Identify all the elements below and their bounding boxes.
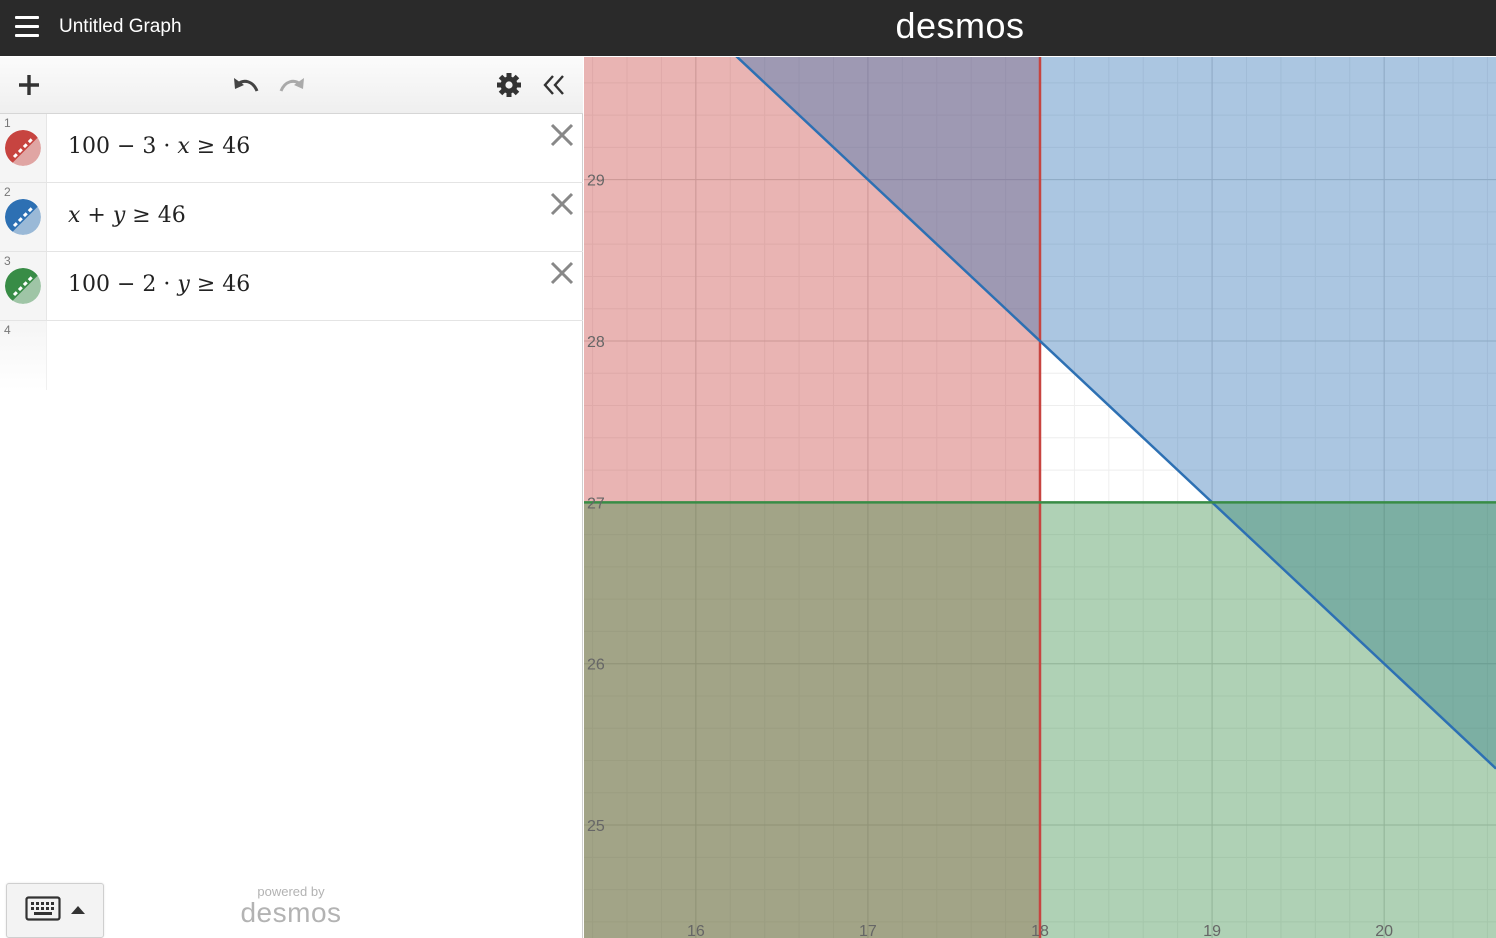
expression-color-icon[interactable] [5, 130, 41, 166]
double-chevron-left-icon[interactable] [537, 69, 571, 101]
top-bar: Untitled Graph desmos [0, 0, 1496, 56]
powered-by-desmos: powered by desmos [240, 884, 342, 928]
expression-number: 1 [4, 116, 11, 130]
gear-icon[interactable] [492, 69, 526, 101]
delete-expression-icon[interactable] [549, 122, 575, 148]
expression-token: 100 − 3 · [68, 134, 178, 159]
graph-title[interactable]: Untitled Graph [59, 16, 182, 38]
expression-row[interactable]: 3 100 − 2 · y ≥ 46 [0, 252, 583, 321]
y-tick-label: 25 [587, 818, 605, 835]
keyboard-toggle-button[interactable] [6, 883, 104, 938]
undo-icon[interactable] [229, 69, 263, 101]
expression-token: x [68, 203, 81, 228]
delete-expression-icon[interactable] [549, 260, 575, 286]
expression-token: y [177, 272, 190, 297]
delete-expression-icon[interactable] [549, 191, 575, 217]
expression-token: y [112, 203, 126, 228]
x-tick-label: 16 [687, 923, 705, 938]
expression-input[interactable]: x + y ≥ 46 [68, 201, 186, 231]
caret-up-icon [71, 906, 85, 914]
hamburger-icon[interactable] [15, 16, 39, 38]
expression-token: x [177, 134, 190, 159]
expression-row[interactable]: 4 [0, 321, 583, 390]
desmos-logo: desmos [895, 5, 1025, 46]
x-tick-label: 19 [1203, 923, 1221, 938]
expression-number: 3 [4, 254, 11, 268]
expression-token: + [80, 203, 113, 228]
expression-token: ≥ 46 [189, 272, 251, 297]
expression-list: 1 100 − 3 · x ≥ 46 2 x + y ≥ 46 3 100 − 2 · y… [0, 114, 583, 390]
expression-token: ≥ 46 [189, 134, 251, 159]
y-tick-label: 26 [587, 657, 605, 674]
x-tick-label: 18 [1031, 923, 1049, 938]
x-tick-label: 17 [859, 923, 877, 938]
y-tick-label: 27 [587, 495, 605, 512]
expression-color-icon[interactable] [5, 199, 41, 235]
plus-icon[interactable] [12, 69, 46, 101]
expression-input[interactable]: 100 − 3 · x ≥ 46 [68, 132, 250, 162]
expression-row[interactable]: 2 x + y ≥ 46 [0, 183, 583, 252]
expression-number: 4 [4, 323, 11, 337]
graph-svg[interactable]: 16 17 18 19 20 25 26 27 28 29 [584, 57, 1496, 938]
expression-color-icon[interactable] [5, 268, 41, 304]
expression-panel: 1 100 − 3 · x ≥ 46 2 x + y ≥ 46 3 100 − 2 · y… [0, 57, 583, 938]
y-tick-label: 28 [587, 334, 605, 351]
expression-token: ≥ 46 [125, 203, 186, 228]
y-tick-label: 29 [587, 173, 605, 190]
expression-input[interactable]: 100 − 2 · y ≥ 46 [68, 270, 250, 300]
x-tick-label: 20 [1375, 923, 1393, 938]
expression-row[interactable]: 1 100 − 3 · x ≥ 46 [0, 114, 583, 183]
expression-toolbar [0, 57, 583, 114]
expression-token: 100 − 2 · [68, 272, 178, 297]
expression-number: 2 [4, 185, 11, 199]
graph-canvas[interactable]: 16 17 18 19 20 25 26 27 28 29 [584, 57, 1496, 938]
keyboard-icon [25, 896, 61, 921]
redo-icon[interactable] [275, 69, 309, 101]
